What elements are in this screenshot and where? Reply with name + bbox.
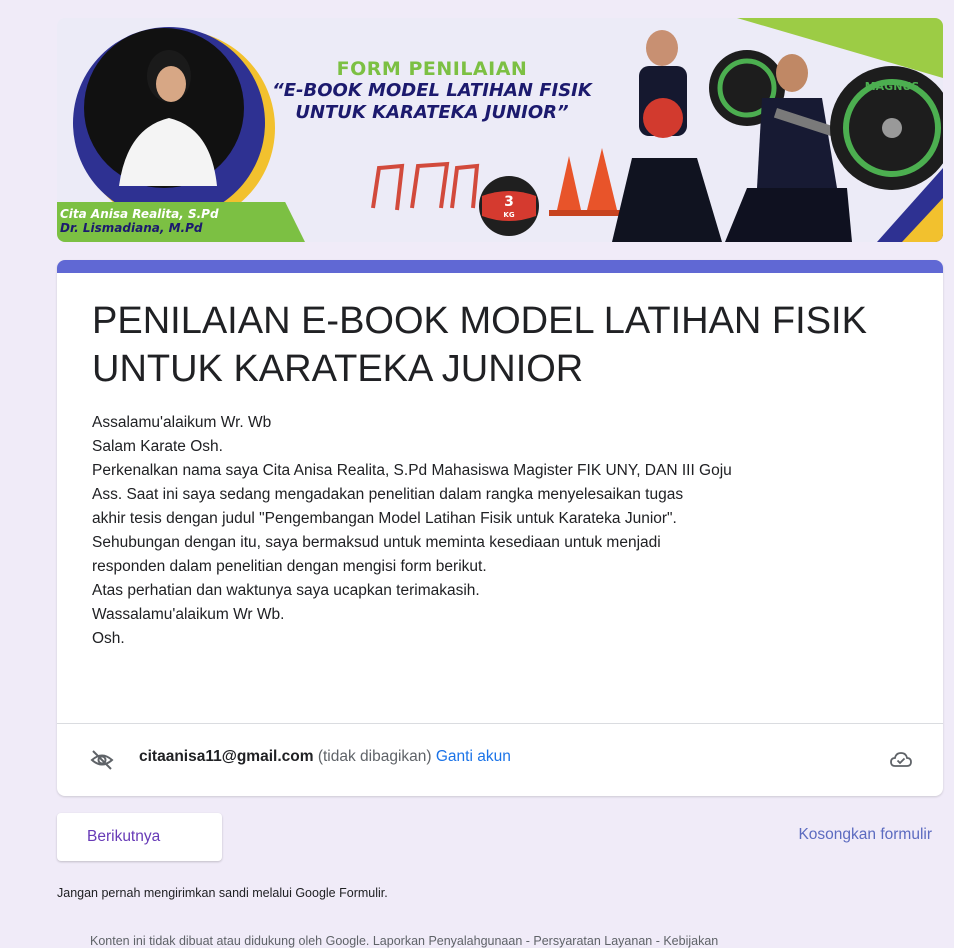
description-line: responden dalam penelitian dengan mengis… bbox=[92, 558, 487, 575]
clear-form-button[interactable]: Kosongkan formulir bbox=[798, 826, 932, 844]
password-warning: Jangan pernah mengirimkan sandi melalui … bbox=[57, 886, 388, 900]
cloud-check-icon bbox=[889, 748, 913, 772]
description-line: Salam Karate Osh. bbox=[92, 438, 223, 455]
ball-unit: KG bbox=[503, 211, 514, 219]
banner-title-line3: UNTUK KARATEKA JUNIOR” bbox=[295, 102, 569, 123]
banner-author-1: Cita Anisa Realita, S.Pd bbox=[60, 207, 219, 221]
form-title: PENILAIAN E-BOOK MODEL LATIHAN FISIK UNT… bbox=[92, 300, 867, 390]
description-line: Osh. bbox=[92, 630, 125, 647]
plate-brand: MAGNUS bbox=[865, 80, 920, 93]
card-accent-bar bbox=[57, 260, 943, 273]
description-line: akhir tesis dengan judul "Pengembangan M… bbox=[92, 510, 677, 527]
not-shared-note: (tidak dibagikan) bbox=[313, 748, 436, 765]
form-page: 3 KG MAGNUS FORM PENILAIAN “E-BOOK MODEL… bbox=[0, 0, 954, 948]
footer-disclaimer: Konten ini tidak dibuat atau didukung ol… bbox=[90, 934, 719, 948]
banner-title: FORM PENILAIAN “E-BOOK MODEL LATIHAN FIS… bbox=[267, 58, 597, 124]
description-line: Assalamu'alaikum Wr. Wb bbox=[92, 414, 272, 431]
banner-authors: Cita Anisa Realita, S.Pd Dr. Lismadiana,… bbox=[57, 202, 305, 242]
form-description: Assalamu'alaikum Wr. Wb Salam Karate Osh… bbox=[92, 411, 922, 651]
description-line: Sehubungan dengan itu, saya bermaksud un… bbox=[92, 534, 661, 551]
form-title-card: PENILAIAN E-BOOK MODEL LATIHAN FISIK UNT… bbox=[57, 260, 943, 796]
ball-label: 3 bbox=[504, 194, 514, 210]
eye-off-icon bbox=[90, 748, 114, 772]
banner-author-2: Dr. Lismadiana, M.Pd bbox=[60, 221, 203, 235]
banner-title-line2: “E-BOOK MODEL LATIHAN FISIK bbox=[272, 80, 592, 101]
account-info: citaanisa11@gmail.com (tidak dibagikan) … bbox=[139, 748, 511, 766]
next-button[interactable]: Berikutnya bbox=[57, 813, 222, 861]
description-line: Wassalamu'alaikum Wr Wb. bbox=[92, 606, 285, 623]
description-line: Perkenalkan nama saya Cita Anisa Realita… bbox=[92, 462, 732, 479]
form-header-banner: 3 KG MAGNUS FORM PENILAIAN “E-BOOK MODEL… bbox=[57, 18, 943, 242]
account-email: citaanisa11@gmail.com bbox=[139, 748, 314, 765]
banner-title-line1: FORM PENILAIAN bbox=[336, 58, 528, 80]
description-line: Ass. Saat ini saya sedang mengadakan pen… bbox=[92, 486, 684, 503]
switch-account-link[interactable]: Ganti akun bbox=[436, 748, 511, 765]
account-row: citaanisa11@gmail.com (tidak dibagikan) … bbox=[57, 724, 943, 796]
description-line: Atas perhatian dan waktunya saya ucapkan… bbox=[92, 582, 480, 599]
